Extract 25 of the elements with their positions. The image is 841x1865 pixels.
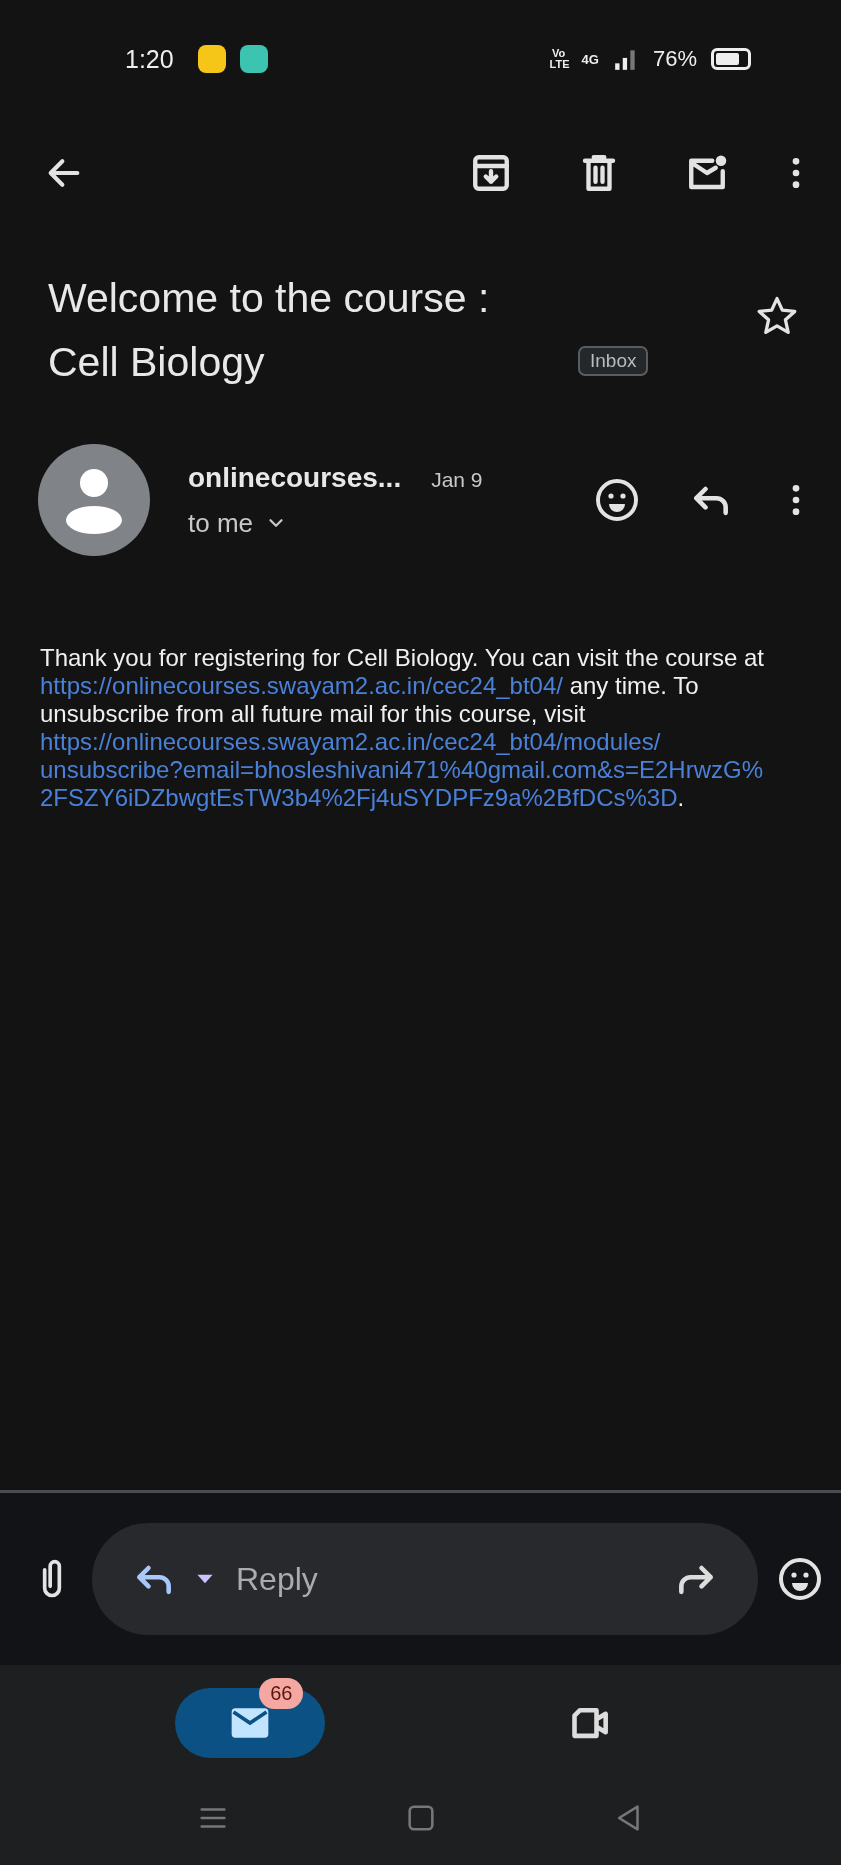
volte-indicator: Vo LTE — [549, 48, 568, 70]
network-type: 4G — [581, 51, 599, 67]
react-button[interactable] — [593, 476, 641, 524]
recipient-toggle[interactable]: to me — [188, 507, 538, 539]
app-notification-icon — [197, 45, 226, 73]
link[interactable]: unsubscribe?email=bhosleshivani471%40gmail.com&s=E2HrwzG% — [40, 756, 764, 784]
unread-count-badge: 66 — [259, 1677, 304, 1709]
battery-percent: 76% — [652, 46, 697, 72]
email-body: Thank you for registering for Cell Biology. You can visit the course at https://onlinecourses.swayam2.ac.in/cec24_bt04/ any time. To unsubscribe from all future mail for this course, visit https://onlinecourses.swayam2.ac.in/cec24_bt04/modules/ unsubscribe?email=bhosleshivani471%40gmail.com&s=E2HrwzG% 2FSZY6iDZbwgtEsTW3b4%2Fj4uSYDPFz9a%2BfDCs%3D. — [39, 644, 765, 812]
link[interactable]: https://onlinecourses.swayam2.ac.in/cec24_bt04/ — [40, 672, 563, 700]
more-vertical-icon — [791, 483, 801, 517]
link[interactable]: https://onlinecourses.swayam2.ac.in/cec24_bt04/modules/ — [40, 728, 661, 756]
archive-icon — [470, 152, 512, 194]
app-notification-icon — [239, 45, 268, 73]
emoji-button[interactable] — [776, 1555, 824, 1603]
email-subject: Welcome to the course : Cell Biology — [48, 274, 491, 387]
status-time: 1:20 — [125, 44, 174, 74]
link[interactable]: 2FSZY6iDZbwgtEsTW3b4%2Fj4uSYDPFz9a%2BfDCs%3D — [40, 784, 678, 812]
email-date: Jan 9 — [431, 467, 483, 492]
smiley-icon — [776, 1555, 824, 1603]
smiley-icon — [593, 476, 641, 524]
more-vertical-icon — [791, 156, 801, 190]
sender-name: onlinecourses... — [188, 461, 402, 494]
inbox-label[interactable]: Inbox — [578, 346, 649, 376]
battery-icon — [711, 48, 751, 70]
